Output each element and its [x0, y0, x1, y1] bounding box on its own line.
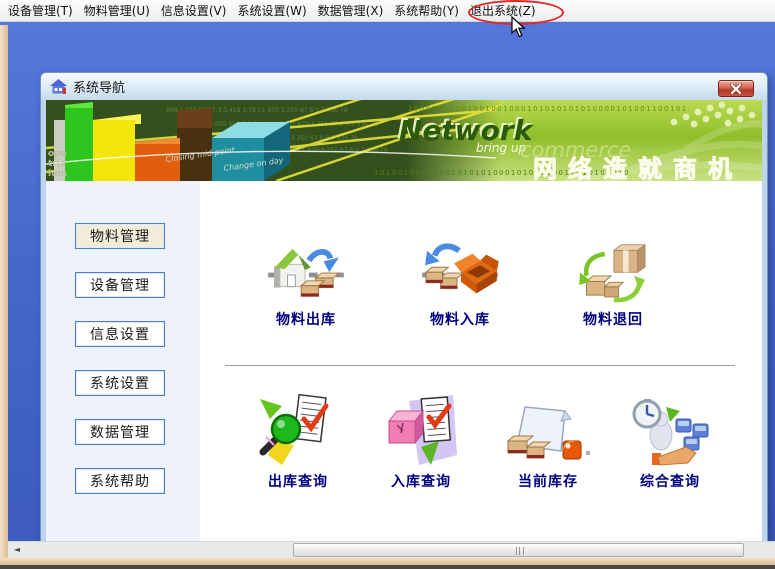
window-title: 系统导航: [73, 81, 126, 96]
svg-text:ope: ope: [48, 149, 67, 159]
menu-item-info-settings[interactable]: 信息设置(V): [161, 0, 227, 21]
shortcut-outbound-query[interactable]: 出库查询: [243, 391, 353, 491]
sidebar-button-system-help[interactable]: 系统帮助: [75, 468, 165, 494]
horizontal-scrollbar[interactable]: ◄: [8, 541, 775, 558]
screen-bottom-edge: [0, 565, 775, 569]
menu-item-system-settings[interactable]: 系统设置(W): [237, 0, 306, 21]
main-area: 物料出库 物料入库 物料退回 出库查询 入库查询 当前库存 综合查询: [200, 181, 762, 541]
sidebar: 物料管理 设备管理 信息设置 系统设置 数据管理 系统帮助: [46, 181, 200, 541]
menu-item-material-management[interactable]: 物料管理(U): [84, 0, 150, 21]
shortcut-label: 物料出库: [276, 312, 336, 328]
sidebar-button-data-management[interactable]: 数据管理: [75, 419, 165, 445]
shortcut-inbound-query[interactable]: 入库查询: [366, 391, 476, 491]
shortcut-material-out[interactable]: 物料出库: [246, 241, 366, 329]
current-stock-icon: [506, 406, 590, 460]
window-frame-left: [0, 25, 8, 558]
shortcut-label: 出库查询: [268, 474, 328, 490]
shortcut-label: 当前库存: [518, 474, 578, 490]
sidebar-button-info-settings[interactable]: 信息设置: [75, 321, 165, 347]
scrollbar-grip: [515, 547, 524, 555]
shortcut-label: 入库查询: [391, 474, 451, 490]
home-icon: [50, 79, 67, 94]
close-button[interactable]: [718, 80, 754, 97]
menu-item-system-help[interactable]: 系统帮助(Y): [394, 0, 459, 21]
scrollbar-thumb[interactable]: [293, 543, 744, 557]
shortcut-label: 物料退回: [583, 312, 643, 328]
material-out-icon: [268, 248, 344, 297]
mdi-background: 系统导航 688 1.020 656 7.3 3.418 1.78 C1 870…: [0, 22, 775, 569]
inbound-query-icon: [387, 395, 457, 465]
svg-text:ium: ium: [48, 169, 67, 179]
banner-slogan-text: 网络造就商机: [533, 155, 743, 181]
menu-item-device-management[interactable]: 设备管理(T): [8, 0, 73, 21]
sidebar-button-device-management[interactable]: 设备管理: [75, 272, 165, 298]
banner-image: 688 1.020 656 7.3 3.418 1.78 C1 870 3.25…: [46, 100, 762, 181]
shortcut-label: 物料入库: [430, 312, 490, 328]
material-in-icon: [422, 243, 499, 294]
screen: 设备管理(T) 物料管理(U) 信息设置(V) 系统设置(W) 数据管理(X) …: [0, 0, 775, 569]
menu-item-exit-system[interactable]: 退出系统(Z): [470, 0, 536, 21]
window-frame-bottom: [0, 558, 775, 565]
scroll-left-button[interactable]: ◄: [8, 543, 26, 557]
sidebar-button-material-management[interactable]: 物料管理: [75, 223, 165, 249]
close-icon: [730, 83, 742, 94]
titlebar[interactable]: 系统导航: [41, 73, 767, 100]
sidebar-button-system-settings[interactable]: 系统设置: [75, 370, 165, 396]
menu-item-data-management[interactable]: 数据管理(X): [318, 0, 384, 21]
comprehensive-query-icon: [632, 399, 709, 466]
outbound-query-icon: [259, 393, 329, 465]
section-divider: [225, 365, 735, 367]
menu-bar: 设备管理(T) 物料管理(U) 信息设置(V) 系统设置(W) 数据管理(X) …: [0, 0, 775, 22]
banner-bringup-text: bring up: [476, 141, 527, 155]
shortcut-material-return[interactable]: 物料退回: [553, 241, 673, 329]
shortcut-comprehensive-query[interactable]: 综合查询: [615, 391, 725, 491]
shortcut-material-in[interactable]: 物料入库: [400, 241, 520, 329]
material-return-icon: [579, 243, 647, 303]
svg-text:tria: tria: [48, 159, 66, 169]
banner: 688 1.020 656 7.3 3.418 1.78 C1 870 3.25…: [46, 100, 762, 181]
shortcut-label: 综合查询: [640, 474, 700, 490]
system-navigation-window: 系统导航 688 1.020 656 7.3 3.418 1.78 C1 870…: [40, 72, 768, 541]
shortcut-current-stock[interactable]: 当前库存: [493, 391, 603, 491]
